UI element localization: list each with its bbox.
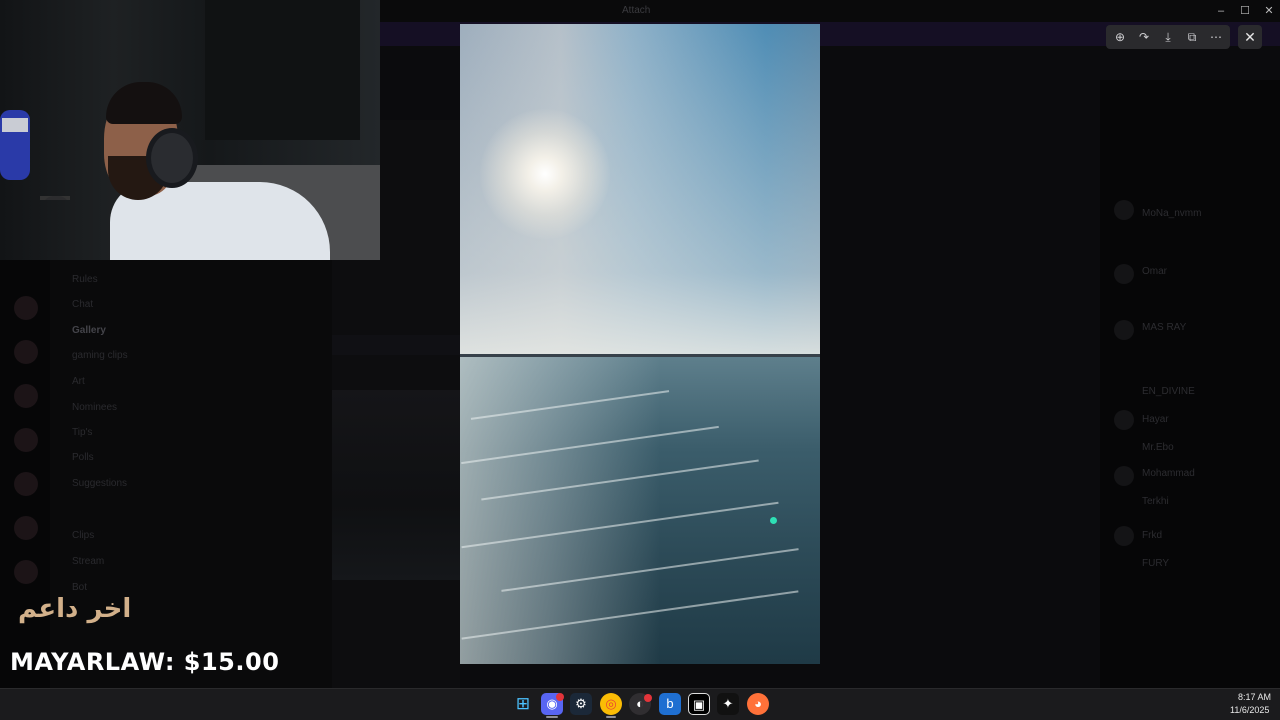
photo-sun	[480, 109, 610, 239]
avatar	[1114, 264, 1134, 284]
clock-date[interactable]: 11/6/2025	[1230, 705, 1269, 715]
viewer-image[interactable]	[460, 24, 820, 664]
clock-time[interactable]: 8:17 AM	[1238, 692, 1271, 702]
maximize-icon[interactable]: ☐	[1238, 4, 1252, 18]
member-name[interactable]: Mohammad	[1142, 468, 1195, 479]
channel-item[interactable]: Bot	[72, 582, 87, 593]
headphones-icon	[146, 128, 198, 188]
bing-icon[interactable]: b	[659, 693, 681, 715]
open-external-icon[interactable]: ⧉	[1180, 25, 1204, 49]
avatar	[1114, 200, 1134, 220]
discord-notification-badge	[556, 693, 564, 701]
channel-item[interactable]: Polls	[72, 452, 94, 463]
avatar	[1114, 526, 1134, 546]
app-icon[interactable]: ✦	[717, 693, 739, 715]
member-name[interactable]: MAS RAY	[1142, 322, 1186, 333]
zoom-in-icon[interactable]: ⊕	[1108, 25, 1132, 49]
avatar	[1114, 320, 1134, 340]
channel-item[interactable]: Stream	[72, 556, 104, 567]
minimize-icon[interactable]: –	[1214, 4, 1228, 18]
forward-icon[interactable]: ↷	[1132, 25, 1156, 49]
member-name[interactable]: Mr.Ebo	[1142, 442, 1174, 453]
close-icon[interactable]: ✕	[1238, 25, 1262, 49]
channel-item[interactable]: Tip's	[72, 427, 92, 438]
member-name[interactable]: Terkhi	[1142, 496, 1169, 507]
member-list: MoNa_nvmm Omar MAS RAY EN_DIVINE Hayar M…	[1100, 80, 1280, 688]
member-name[interactable]: EN_DIVINE	[1142, 386, 1195, 397]
microphone-icon	[0, 110, 70, 200]
last-donor-label: اخر داعم	[18, 594, 132, 624]
chat-toolbar	[332, 335, 460, 355]
channel-item[interactable]: gaming clips	[72, 350, 128, 361]
background-window-title: Attach	[622, 5, 651, 16]
server-icon[interactable]	[14, 428, 38, 452]
member-name[interactable]: MoNa_nvmm	[1142, 208, 1201, 219]
channel-item[interactable]: Rules	[72, 274, 98, 285]
member-name[interactable]: FURY	[1142, 558, 1169, 569]
avatar	[1114, 410, 1134, 430]
windows-start-icon[interactable]: ⊞	[512, 693, 534, 715]
member-name[interactable]: Omar	[1142, 266, 1167, 277]
obs-notification-badge	[644, 694, 652, 702]
download-icon[interactable]: ⤓	[1156, 25, 1180, 49]
chat-image-preview	[332, 390, 460, 580]
server-icon[interactable]	[14, 340, 38, 364]
capcut-icon[interactable]: ▣	[688, 693, 710, 715]
avatar	[1114, 466, 1134, 486]
channel-item[interactable]: Nominees	[72, 402, 117, 413]
member-name[interactable]: Frkd	[1142, 530, 1162, 541]
channel-item[interactable]: Suggestions	[72, 478, 127, 489]
streamer-hair	[106, 82, 182, 124]
open-app-indicator	[606, 716, 616, 718]
photo-sun-glare	[460, 357, 660, 664]
server-icon[interactable]	[14, 384, 38, 408]
chrome-icon[interactable]: ◎	[600, 693, 622, 715]
viewer-toolbar: ⊕ ↷ ⤓ ⧉ ⋯	[1106, 25, 1230, 49]
member-name[interactable]: Hayar	[1142, 414, 1169, 425]
server-icon[interactable]	[14, 296, 38, 320]
channel-item[interactable]: Chat	[72, 299, 93, 310]
more-icon[interactable]: ⋯	[1204, 25, 1228, 49]
photo-lens-flare	[770, 517, 777, 524]
active-app-indicator	[546, 716, 558, 718]
server-icon[interactable]	[14, 516, 38, 540]
channel-item[interactable]: Clips	[72, 530, 94, 541]
firefox-icon[interactable]: ◕	[747, 693, 769, 715]
server-icon[interactable]	[14, 560, 38, 584]
window-close-icon[interactable]: ✕	[1262, 4, 1276, 18]
channel-item[interactable]: Art	[72, 376, 85, 387]
channel-item-active[interactable]: Gallery	[72, 325, 106, 336]
steam-icon[interactable]: ⚙	[570, 693, 592, 715]
webcam-feed	[0, 0, 380, 260]
streamer	[100, 82, 330, 260]
server-icon[interactable]	[14, 472, 38, 496]
last-donor-amount: MAYARLAW: $15.00	[10, 648, 280, 676]
